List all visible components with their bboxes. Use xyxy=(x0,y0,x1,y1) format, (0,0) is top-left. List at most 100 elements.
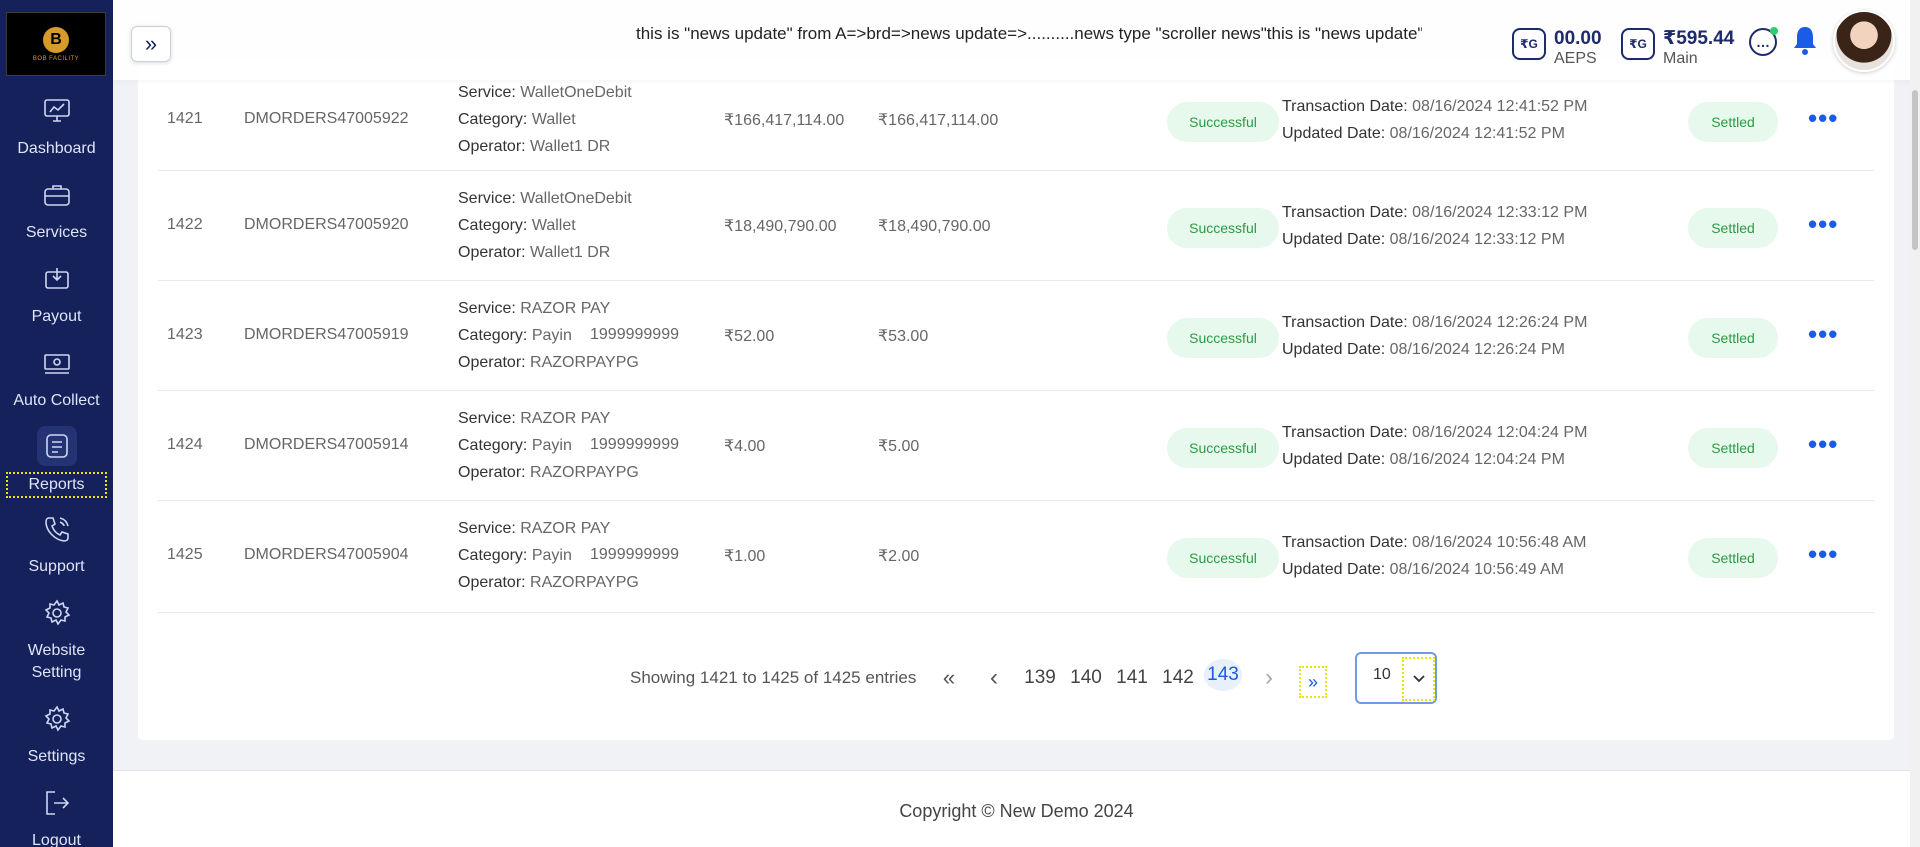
category-label: Category: xyxy=(458,437,528,454)
service-label: Service: xyxy=(458,84,516,101)
dates: Transaction Date: 08/16/2024 12:41:52 PM… xyxy=(1282,93,1587,147)
order-id: DMORDERS47005922 xyxy=(244,110,409,127)
chevron-down-icon[interactable] xyxy=(1402,657,1435,701)
first-page-button[interactable]: « xyxy=(938,662,960,694)
sidebar-item-payout[interactable]: Payout xyxy=(0,262,113,328)
order-id: DMORDERS47005920 xyxy=(244,216,409,233)
service-label: Service: xyxy=(458,190,516,207)
logout-icon xyxy=(40,786,74,820)
bell-icon[interactable] xyxy=(1791,24,1819,58)
updated-date-value: 08/16/2024 10:56:49 AM xyxy=(1389,561,1565,578)
news-ticker: this is "news update" from A=>brd=>news … xyxy=(636,24,1422,43)
order-id: DMORDERS47005914 xyxy=(244,436,409,453)
service-details: Service: WalletOneDebit Category: Wallet… xyxy=(458,79,632,160)
aeps-wallet[interactable]: ₹G 00.00 AEPS xyxy=(1512,28,1602,68)
scrollbar[interactable] xyxy=(1910,0,1920,847)
more-actions-icon[interactable]: ••• xyxy=(1808,541,1838,567)
category-label: Category: xyxy=(458,547,528,564)
service-value: RAZOR PAY xyxy=(520,300,611,317)
operator-value: Wallet1 DR xyxy=(530,138,611,155)
chat-icon[interactable]: … xyxy=(1749,27,1778,56)
updated-date-label: Updated Date: xyxy=(1282,231,1386,248)
sidebar-item-label: Services xyxy=(25,224,88,241)
wallet-amount: ₹595.44 xyxy=(1663,28,1735,49)
service-details: Service: WalletOneDebit Category: Wallet… xyxy=(458,185,632,266)
scrollbar-thumb[interactable] xyxy=(1912,90,1918,250)
dates: Transaction Date: 08/16/2024 12:26:24 PM… xyxy=(1282,309,1587,363)
logo-text: BOB FACILITY xyxy=(32,55,80,62)
page-button-140[interactable]: 140 xyxy=(1068,662,1104,694)
amount: ₹166,417,114.00 xyxy=(724,112,845,129)
page-button-143[interactable]: 143 xyxy=(1204,659,1242,691)
updated-date-value: 08/16/2024 12:04:24 PM xyxy=(1389,451,1565,468)
row-id: 1421 xyxy=(167,110,203,127)
avatar[interactable] xyxy=(1833,10,1895,72)
sidebar-item-settings[interactable]: Settings xyxy=(0,702,113,768)
transactions-card: 1421 DMORDERS47005922 Service: WalletOne… xyxy=(138,60,1894,740)
sidebar-item-label: Logout xyxy=(32,832,81,847)
sidebar-item-label: Payout xyxy=(31,308,82,325)
total-amount: ₹18,490,790.00 xyxy=(878,218,991,235)
status-badge: Successful xyxy=(1167,208,1279,248)
more-actions-icon[interactable]: ••• xyxy=(1808,211,1838,237)
more-actions-icon[interactable]: ••• xyxy=(1808,431,1838,457)
next-page-button[interactable]: › xyxy=(1260,662,1278,694)
footer: Copyright © New Demo 2024 xyxy=(113,770,1920,847)
online-indicator xyxy=(1770,27,1778,35)
logo[interactable]: B BOB FACILITY xyxy=(6,12,106,76)
total-amount: ₹2.00 xyxy=(878,548,920,565)
page-size-value: 10 xyxy=(1373,666,1391,683)
page-button-142[interactable]: 142 xyxy=(1160,662,1196,694)
sidebar-item-label: Website Setting xyxy=(27,642,86,681)
sidebar-item-label: Auto Collect xyxy=(13,392,100,409)
sidebar: B BOB FACILITY Dashboard Services Payout… xyxy=(0,0,113,847)
sidebar-item-logout[interactable]: Logout xyxy=(0,786,113,847)
sidebar-item-services[interactable]: Services xyxy=(0,178,113,244)
page-size-select[interactable]: 10 xyxy=(1355,652,1437,704)
service-value: WalletOneDebit xyxy=(520,84,632,101)
transaction-date-label: Transaction Date: xyxy=(1282,424,1408,441)
reports-icon xyxy=(36,426,77,466)
category-value: Wallet xyxy=(531,111,576,128)
settlement-badge: Settled xyxy=(1688,318,1778,358)
sidebar-item-website-setting[interactable]: Website Setting xyxy=(0,596,113,684)
operator-value: RAZORPAYPG xyxy=(530,464,639,481)
dashboard-icon xyxy=(40,94,74,128)
logo-mark: B xyxy=(43,26,69,53)
copyright-text: Copyright © New Demo 2024 xyxy=(899,801,1134,821)
sidebar-item-auto-collect[interactable]: Auto Collect xyxy=(0,346,113,412)
updated-date-label: Updated Date: xyxy=(1282,125,1386,142)
pagination-summary: Showing 1421 to 1425 of 1425 entries xyxy=(630,668,917,687)
last-page-button[interactable]: » xyxy=(1299,666,1327,698)
status-badge: Successful xyxy=(1167,428,1279,468)
sidebar-toggle-button[interactable]: » xyxy=(131,26,171,62)
updated-date-label: Updated Date: xyxy=(1282,341,1386,358)
service-label: Service: xyxy=(458,520,516,537)
transaction-date-value: 08/16/2024 12:41:52 PM xyxy=(1412,98,1588,115)
more-actions-icon[interactable]: ••• xyxy=(1808,105,1838,131)
category-label: Category: xyxy=(458,111,528,128)
more-actions-icon[interactable]: ••• xyxy=(1808,321,1838,347)
operator-label: Operator: xyxy=(458,138,526,155)
page-button-141[interactable]: 141 xyxy=(1114,662,1150,694)
amount: ₹1.00 xyxy=(724,548,766,565)
table-row: 1425 DMORDERS47005904 Service: RAZOR PAY… xyxy=(158,501,1874,613)
service-label: Service: xyxy=(458,300,516,317)
settlement-badge: Settled xyxy=(1688,428,1778,468)
category-value: Payin xyxy=(531,547,572,564)
sidebar-item-dashboard[interactable]: Dashboard xyxy=(0,94,113,160)
operator-value: Wallet1 DR xyxy=(530,244,611,261)
prev-page-button[interactable]: ‹ xyxy=(984,662,1004,694)
pagination: Showing 1421 to 1425 of 1425 entries « ‹… xyxy=(0,659,1920,698)
amount: ₹18,490,790.00 xyxy=(724,218,837,235)
status-badge: Successful xyxy=(1167,102,1279,142)
mobile-number: 1999999999 xyxy=(590,326,679,343)
main-wallet[interactable]: ₹G ₹595.44 Main xyxy=(1621,28,1734,68)
row-id: 1423 xyxy=(167,326,203,343)
sidebar-item-reports[interactable]: Reports xyxy=(0,426,113,498)
page-button-139[interactable]: 139 xyxy=(1022,662,1058,694)
wallet-icon: ₹G xyxy=(1621,28,1655,60)
category-value: Payin xyxy=(531,327,572,344)
settlement-badge: Settled xyxy=(1688,102,1778,142)
sidebar-item-support[interactable]: Support xyxy=(0,512,113,578)
